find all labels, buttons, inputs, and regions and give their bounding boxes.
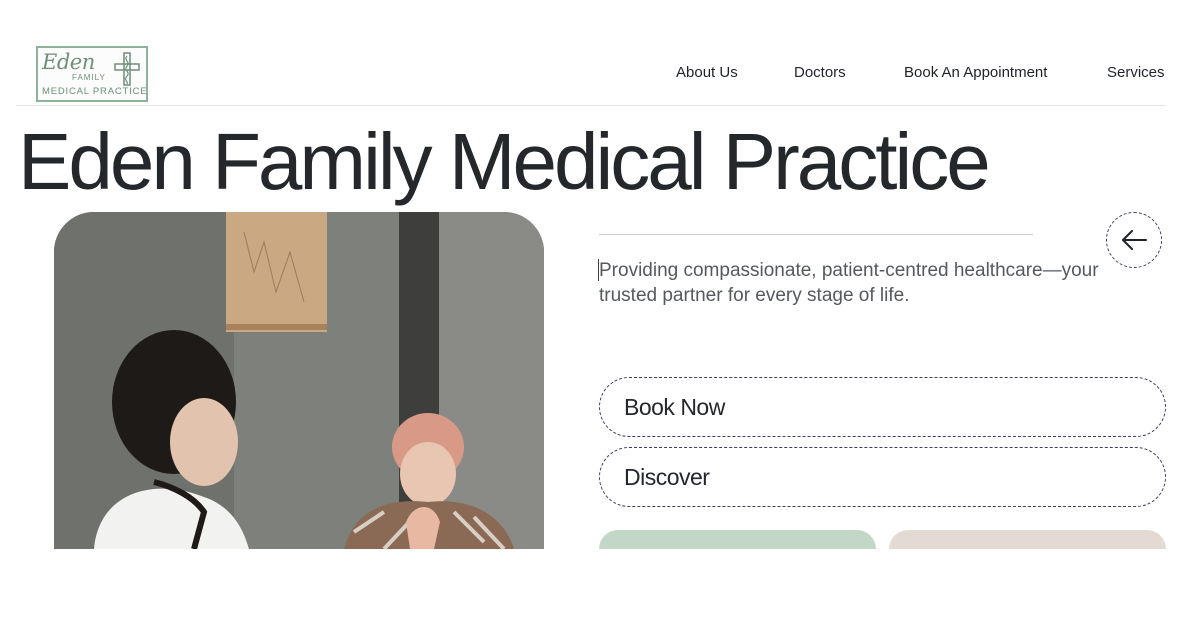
nav-book-appointment[interactable]: Book An Appointment	[904, 64, 1047, 81]
logo-family-text: FAMILY	[72, 73, 106, 82]
hero-tagline: Providing compassionate, patient-centred…	[599, 260, 1099, 306]
feature-card-green[interactable]	[599, 530, 876, 549]
nav-about-us[interactable]: About Us	[676, 64, 738, 81]
doctor-patient-illustration	[54, 212, 544, 549]
discover-label: Discover	[624, 463, 710, 490]
site-logo[interactable]: Eden FAMILY MEDICAL PRACTICE	[36, 46, 148, 102]
book-now-button[interactable]: Book Now	[599, 377, 1166, 437]
cross-icon	[114, 52, 140, 86]
feature-card-beige[interactable]	[889, 530, 1166, 549]
logo-subtitle: MEDICAL PRACTICE	[42, 86, 148, 97]
site-header: Eden FAMILY MEDICAL PRACTICE About Us Do…	[16, 40, 1166, 106]
arrow-left-icon	[1122, 230, 1147, 250]
book-now-label: Book Now	[624, 393, 725, 420]
hero-photo	[54, 212, 544, 549]
nav-services[interactable]: Services	[1107, 64, 1165, 81]
hero-title: Eden Family Medical Practice	[18, 117, 991, 206]
discover-button[interactable]: Discover	[599, 447, 1166, 507]
nav-doctors[interactable]: Doctors	[794, 64, 846, 81]
section-divider	[599, 234, 1033, 235]
logo-script-text: Eden	[42, 50, 95, 74]
